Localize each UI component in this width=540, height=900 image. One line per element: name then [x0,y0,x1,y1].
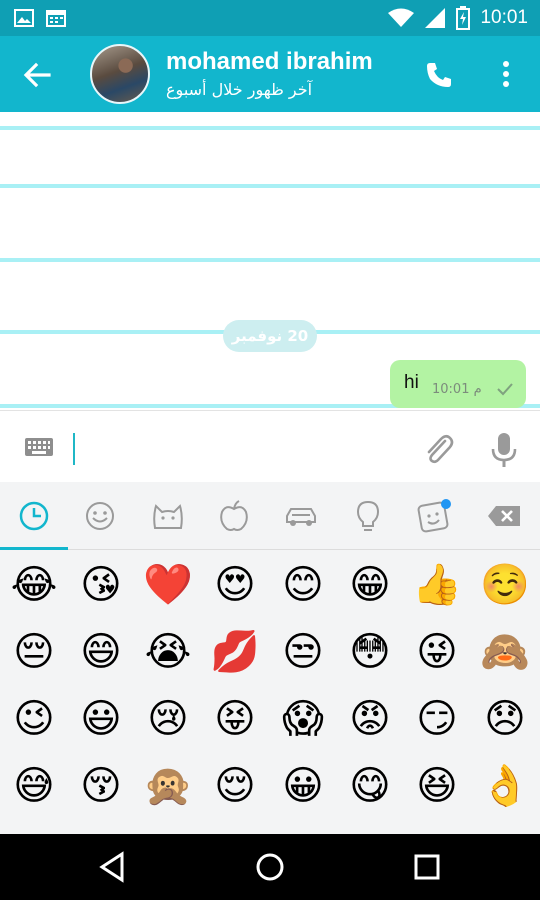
gallery-icon [14,9,34,27]
emoji-key[interactable]: 😌 [202,753,268,819]
emoji-key[interactable]: 😝 [202,686,268,752]
last-seen-status: آخر ظهور خلال أسبوع [166,80,313,99]
outgoing-message-bubble[interactable]: hi 10:01 م [390,360,526,408]
paperclip-icon[interactable] [423,433,455,467]
emoji-key[interactable]: 💋 [202,619,268,685]
emoji-key[interactable]: 😆 [404,753,470,819]
background-line [0,126,540,130]
more-vert-icon[interactable] [496,58,516,90]
emoji-key[interactable]: ☺️ [472,552,538,618]
wifi-icon [388,8,415,27]
sticker-icon[interactable] [416,498,452,534]
emoji-key[interactable]: 😉 [1,686,67,752]
emoji-grid: 😂 😘 ❤️ 😍 😊 😁 👍 ☺️ 😔 😄 😭 💋 😒 😳 😜 🙈 😉 😃 😢 😝 😱 😡 😏 😞 😅 😚 🙊 😌 😀 😋 😆 👌 [0,550,540,834]
emoji-key[interactable]: 😒 [270,619,336,685]
emoji-key[interactable]: 😞 [472,686,538,752]
lightbulb-icon[interactable] [350,498,386,534]
emoji-key[interactable]: 😁 [337,552,403,618]
signal-icon [425,8,446,28]
status-bar: 10:01 [0,0,540,36]
status-time: 10:01 [480,7,528,28]
nav-back-icon[interactable] [96,850,130,884]
emoji-key[interactable]: 👍 [404,552,470,618]
emoji-key[interactable]: 😜 [404,619,470,685]
emoji-keyboard: 😂 😘 ❤️ 😍 😊 😁 👍 ☺️ 😔 😄 😭 💋 😒 😳 😜 🙈 😉 😃 😢 😝 😱 😡 😏 😞 😅 😚 🙊 😌 😀 😋 😆 👌 [0,482,540,834]
nav-recents-icon[interactable] [410,850,444,884]
smiley-icon[interactable] [82,498,118,534]
emoji-key[interactable]: 😊 [270,552,336,618]
emoji-key[interactable]: ❤️ [135,552,201,618]
message-time: 10:01 م [432,382,482,397]
microphone-icon[interactable] [490,431,518,469]
emoji-key[interactable]: 👌 [472,753,538,819]
emoji-key[interactable]: 😭 [135,619,201,685]
emoji-key[interactable]: 😚 [68,753,134,819]
background-line [0,184,540,188]
date-separator: 20 نوفمبر [223,320,317,352]
emoji-key[interactable]: 😔 [1,619,67,685]
phone-call-icon[interactable] [424,60,454,90]
emoji-key[interactable]: 😄 [68,619,134,685]
battery-icon [456,6,471,30]
emoji-key[interactable]: 😃 [68,686,134,752]
emoji-category-tabs [0,482,540,550]
emoji-key[interactable]: 😏 [404,686,470,752]
emoji-key[interactable]: 😂 [1,552,67,618]
contact-avatar[interactable] [90,44,150,104]
emoji-key[interactable]: 😱 [270,686,336,752]
contact-name[interactable]: mohamed ibrahim [166,48,373,76]
message-input-bar [0,410,540,482]
emoji-key[interactable]: 😢 [135,686,201,752]
emoji-key[interactable]: 😳 [337,619,403,685]
sent-check-icon [497,383,513,396]
message-input-field[interactable] [73,433,75,465]
chat-header: mohamed ibrahim آخر ظهور خلال أسبوع [0,36,540,112]
emoji-key[interactable]: 🙊 [135,753,201,819]
nav-home-icon[interactable] [253,850,287,884]
cat-icon[interactable] [150,498,186,534]
chat-messages-area[interactable]: 20 نوفمبر hi 10:01 م [0,112,540,410]
calendar-icon [46,10,66,27]
apple-icon[interactable] [216,498,252,534]
emoji-key[interactable]: 😀 [270,753,336,819]
message-text: hi [404,372,419,393]
emoji-key[interactable]: 🙈 [472,619,538,685]
emoji-key[interactable]: 😡 [337,686,403,752]
clock-icon[interactable] [16,498,52,534]
back-arrow-icon[interactable] [22,60,52,90]
system-navigation-bar [0,834,540,900]
emoji-key[interactable]: 😋 [337,753,403,819]
backspace-icon[interactable] [486,498,522,534]
emoji-key[interactable]: 😅 [1,753,67,819]
emoji-key[interactable]: 😘 [68,552,134,618]
emoji-key[interactable]: 😍 [202,552,268,618]
background-line [0,258,540,262]
keyboard-icon[interactable] [24,435,54,459]
car-icon[interactable] [283,498,319,534]
